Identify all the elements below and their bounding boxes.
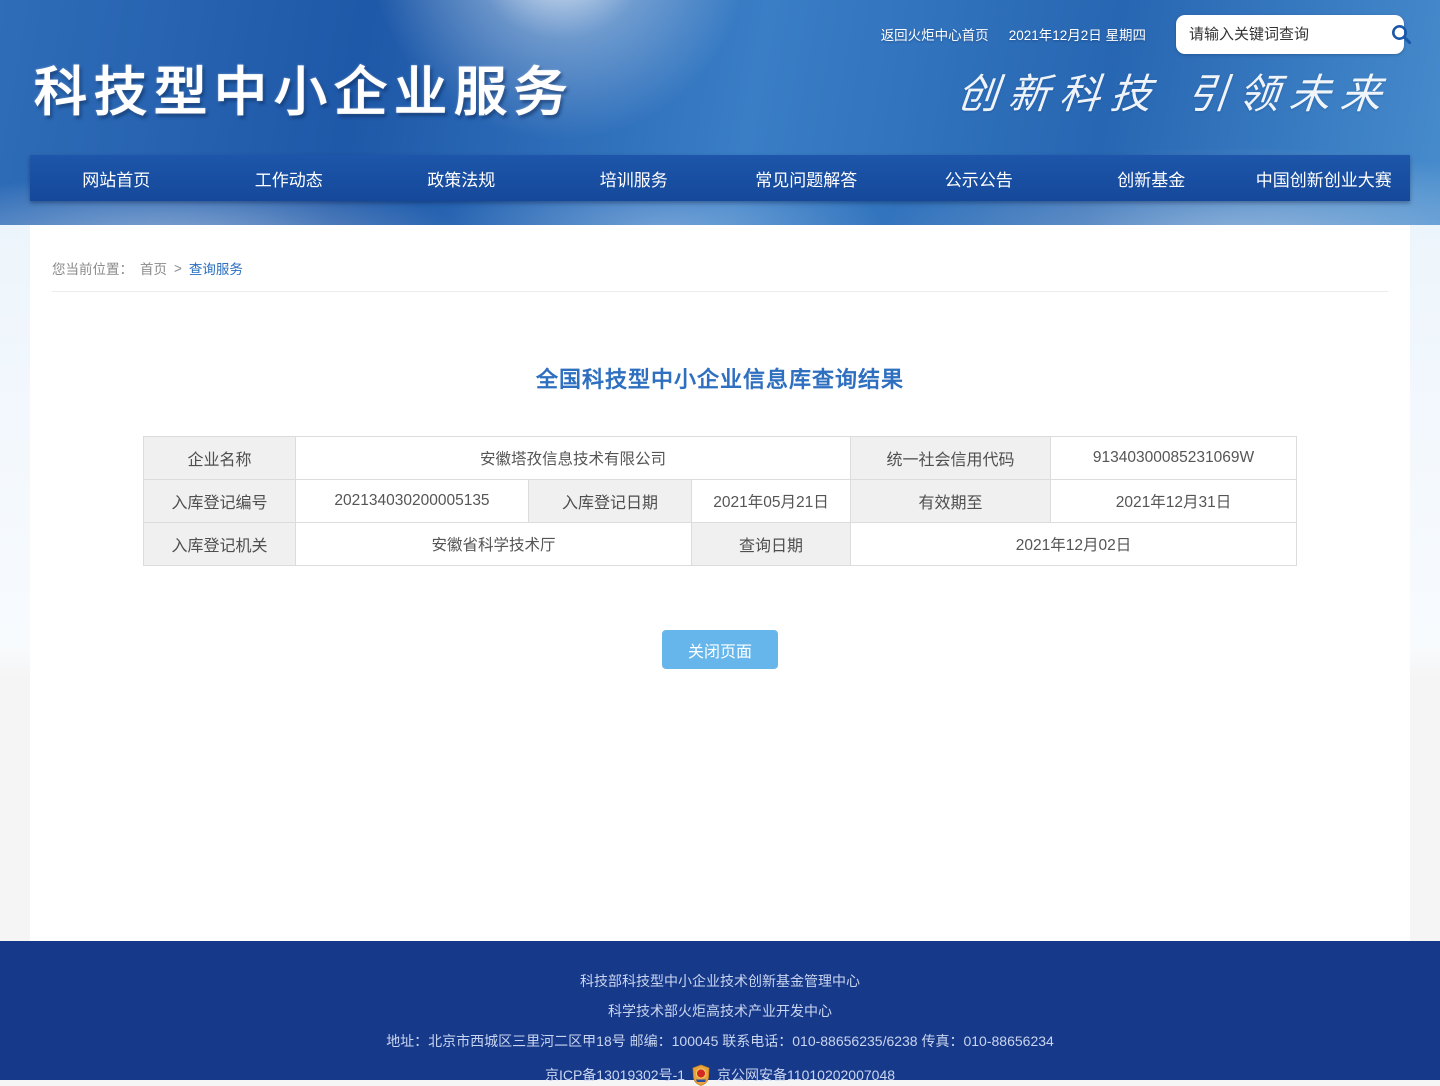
site-slogan: 创新科技引领未来 (955, 60, 1395, 120)
footer-org-line2: 科学技术部火炬高技术产业开发中心 (0, 1004, 1440, 1018)
table-row: 入库登记编号 202134030200005135 入库登记日期 2021年05… (143, 480, 1296, 523)
value-registration-number: 202134030200005135 (295, 480, 528, 523)
value-query-date: 2021年12月02日 (851, 523, 1297, 566)
nav-item-innovation-fund[interactable]: 创新基金 (1065, 155, 1238, 201)
label-company-name: 企业名称 (143, 437, 295, 480)
value-company-name: 安徽塔孜信息技术有限公司 (295, 437, 850, 480)
police-badge-icon (691, 1064, 711, 1086)
page: 返回火炬中心首页 2021年12月2日 星期四 科技型中小企业服务 创新科技引领… (0, 0, 1440, 1080)
nav-item-policies[interactable]: 政策法规 (375, 155, 548, 201)
label-registration-number: 入库登记编号 (143, 480, 295, 523)
label-registration-date: 入库登记日期 (528, 480, 691, 523)
topbar: 返回火炬中心首页 2021年12月2日 星期四 (881, 14, 1404, 54)
search-input[interactable] (1189, 26, 1388, 43)
slogan-part1: 创新科技 (955, 70, 1164, 118)
search-box[interactable] (1176, 15, 1404, 54)
label-registration-agency: 入库登记机关 (143, 523, 295, 566)
slogan-part2: 引领未来 (1185, 70, 1394, 118)
site-logo[interactable]: 科技型中小企业服务 (34, 50, 574, 126)
breadcrumb-separator: > (174, 261, 182, 276)
value-registration-date: 2021年05月21日 (691, 480, 850, 523)
value-registration-agency: 安徽省科学技术厅 (295, 523, 691, 566)
content-panel: 您当前位置： 首页 > 查询服务 全国科技型中小企业信息库查询结果 企业名称 安… (30, 225, 1410, 941)
nav-item-faq[interactable]: 常见问题解答 (720, 155, 893, 201)
close-page-button[interactable]: 关闭页面 (662, 630, 778, 669)
footer: 科技部科技型中小企业技术创新基金管理中心 科学技术部火炬高技术产业开发中心 地址… (0, 941, 1440, 1080)
value-valid-until: 2021年12月31日 (1051, 480, 1297, 523)
nav-item-announcements[interactable]: 公示公告 (893, 155, 1066, 201)
current-date: 2021年12月2日 星期四 (1009, 24, 1146, 44)
table-row: 企业名称 安徽塔孜信息技术有限公司 统一社会信用代码 9134030008523… (143, 437, 1296, 480)
breadcrumb: 您当前位置： 首页 > 查询服务 (52, 225, 1388, 292)
nav-item-training[interactable]: 培训服务 (548, 155, 721, 201)
footer-record-line: 京ICP备13019302号-1 京公网安备11010202007048 (0, 1064, 1440, 1086)
nav-item-work-news[interactable]: 工作动态 (203, 155, 376, 201)
footer-address-line: 地址：北京市西城区三里河二区甲18号 邮编：100045 联系电话：010-88… (0, 1034, 1440, 1048)
search-icon[interactable] (1388, 21, 1414, 47)
nav-item-home[interactable]: 网站首页 (30, 155, 203, 201)
label-query-date: 查询日期 (691, 523, 850, 566)
label-credit-code: 统一社会信用代码 (851, 437, 1051, 480)
torch-center-home-link[interactable]: 返回火炬中心首页 (881, 24, 989, 44)
nav-item-competition[interactable]: 中国创新创业大赛 (1238, 155, 1411, 201)
page-title: 全国科技型中小企业信息库查询结果 (30, 362, 1410, 394)
breadcrumb-current-link[interactable]: 查询服务 (189, 258, 243, 278)
main-nav: 网站首页 工作动态 政策法规 培训服务 常见问题解答 公示公告 创新基金 中国创… (30, 155, 1410, 201)
breadcrumb-prefix: 您当前位置： (52, 258, 133, 278)
footer-org-line1: 科技部科技型中小企业技术创新基金管理中心 (0, 941, 1440, 988)
label-valid-until: 有效期至 (851, 480, 1051, 523)
table-row: 入库登记机关 安徽省科学技术厅 查询日期 2021年12月02日 (143, 523, 1296, 566)
value-credit-code: 91340300085231069W (1051, 437, 1297, 480)
query-result-table: 企业名称 安徽塔孜信息技术有限公司 统一社会信用代码 9134030008523… (143, 436, 1297, 566)
breadcrumb-home-link[interactable]: 首页 (140, 258, 167, 278)
